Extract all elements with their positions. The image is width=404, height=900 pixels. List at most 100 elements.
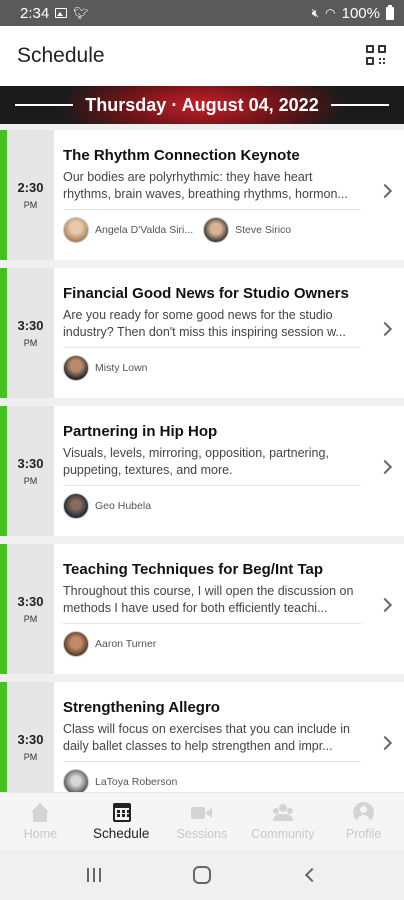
speaker-avatar [63,217,89,243]
date-banner: Thursday · August 04, 2022 [0,86,404,124]
app-header: Schedule [0,26,404,86]
session-time-ampm: PM [23,752,38,762]
calendar-icon [113,802,132,822]
speaker-list: Angela D'Valda Siri... Steve Sirico [63,217,404,243]
speaker-avatar [63,631,89,657]
speaker-name: Angela D'Valda Siri... [95,224,194,236]
nav-label: Sessions [176,826,228,841]
nav-label: Profile [345,827,382,841]
session-time-value: 2:30 [17,180,44,195]
session-description: Class will focus on exercises that you c… [63,722,350,753]
speaker[interactable]: Angela D'Valda Siri... [63,217,193,243]
banner-divider-right [330,104,389,106]
speaker-name: Steve Sirico [235,224,292,236]
speaker-list: Aaron Turner [63,631,404,657]
session-accent-bar [0,544,7,674]
speaker[interactable]: Steve Sirico [203,217,291,243]
session-accent-bar [0,130,7,260]
people-icon [272,803,294,823]
home-button[interactable] [182,860,222,890]
card-divider [63,209,361,210]
speaker-avatar [63,769,89,792]
session-description: Our bodies are polyrhythmic: they have h… [63,170,348,201]
speaker[interactable]: Aaron Turner [63,631,156,657]
chevron-right-icon[interactable] [377,183,393,199]
bottom-nav: Home Schedule Sessions Community Profile [0,792,404,850]
session-accent-bar [0,682,7,792]
session-time-ampm: PM [23,338,38,348]
speaker-name: LaToya Roberson [95,776,178,788]
status-right: 🔇︎ ◠ 100% [311,4,394,22]
system-nav-bar [0,850,404,900]
speaker-avatar [63,355,89,381]
twitter-notification-icon: 🐦︎ [73,6,89,20]
nav-item-sessions[interactable]: Sessions [162,803,242,841]
mute-icon: 🔇︎ [311,5,320,20]
session-accent-bar [0,268,7,398]
card-divider [63,623,361,624]
nav-item-profile[interactable]: Profile [324,802,404,841]
home-square-icon [193,866,211,884]
speaker-name: Aaron Turner [95,638,157,650]
session-body: Financial Good News for Studio Owners Ar… [54,268,404,398]
session-time: 3:30 PM [7,544,54,674]
session-card[interactable]: 3:30 PM Partnering in Hip Hop Visuals, l… [0,406,404,536]
profile-icon [353,802,375,823]
qr-code-icon[interactable] [366,45,388,67]
nav-item-home[interactable]: Home [0,802,80,841]
back-button[interactable] [290,860,330,890]
nav-label: Schedule [93,825,150,841]
chevron-right-icon[interactable] [377,597,393,613]
card-divider [63,347,361,348]
session-title: Strengthening Allegro [63,699,220,716]
session-title: Partnering in Hip Hop [63,423,218,440]
session-time: 3:30 PM [7,406,54,536]
session-accent-bar [0,406,7,536]
session-time: 3:30 PM [7,682,54,792]
session-card[interactable]: 3:30 PM Financial Good News for Studio O… [0,268,404,398]
session-title: Teaching Techniques for Beg/Int Tap [63,561,324,578]
session-list: 2:30 PM The Rhythm Connection Keynote Ou… [0,124,404,792]
session-title: The Rhythm Connection Keynote [63,147,300,164]
session-time-ampm: PM [23,476,38,486]
session-description: Throughout this course, I will open the … [63,584,354,615]
home-icon [29,802,51,823]
session-body: The Rhythm Connection Keynote Our bodies… [54,130,404,260]
status-bar: 2:34 🐦︎ 🔇︎ ◠ 100% [0,0,404,26]
battery-icon [386,4,394,20]
session-time-ampm: PM [23,614,38,624]
session-title: Financial Good News for Studio Owners [63,285,349,302]
speaker-name: Geo Hubela [95,500,152,512]
chevron-right-icon[interactable] [377,321,393,337]
card-divider [63,761,361,762]
session-time-ampm: PM [23,200,38,210]
image-notification-icon [55,8,68,18]
session-card[interactable]: 3:30 PM Teaching Techniques for Beg/Int … [0,544,404,674]
nav-item-schedule[interactable]: Schedule [81,802,161,841]
status-time: 2:34 [20,4,50,22]
session-time-value: 3:30 [17,456,44,471]
recents-button[interactable] [74,860,114,890]
speaker[interactable]: Misty Lown [63,355,148,381]
session-card[interactable]: 3:30 PM Strengthening Allegro Class will… [0,682,404,792]
session-body: Teaching Techniques for Beg/Int Tap Thro… [54,544,404,674]
session-time-value: 3:30 [17,594,44,609]
nav-label: Home [23,826,58,841]
session-body: Partnering in Hip Hop Visuals, levels, m… [54,406,404,536]
speaker[interactable]: Geo Hubela [63,493,151,519]
session-time-value: 3:30 [17,318,44,333]
session-time: 3:30 PM [7,268,54,398]
nav-label: Community [251,826,315,841]
back-chevron-icon [304,867,320,883]
speaker[interactable]: LaToya Roberson [63,769,177,792]
chevron-right-icon[interactable] [377,735,393,751]
session-body: Strengthening Allegro Class will focus o… [54,682,404,792]
battery-percent: 100% [341,4,380,22]
session-card[interactable]: 2:30 PM The Rhythm Connection Keynote Ou… [0,130,404,260]
speaker-name: Misty Lown [95,362,148,374]
nav-item-community[interactable]: Community [243,803,323,841]
chevron-right-icon[interactable] [377,459,393,475]
video-icon [190,803,213,823]
session-time-value: 3:30 [17,732,44,747]
card-divider [63,485,361,486]
